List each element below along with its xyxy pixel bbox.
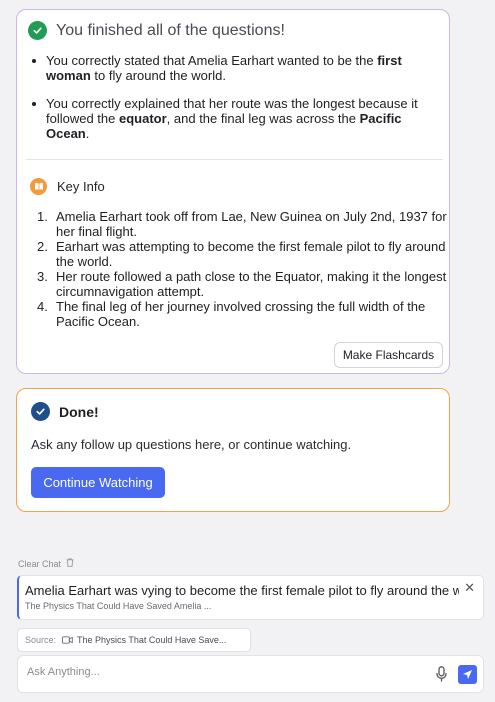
check-badge-icon (31, 402, 50, 421)
make-flashcards-button[interactable]: Make Flashcards (334, 342, 443, 368)
summary-header: You finished all of the questions! (28, 21, 285, 40)
ask-bar (17, 655, 484, 693)
trash-icon (66, 558, 74, 569)
feedback-item: You correctly stated that Amelia Earhart… (29, 53, 441, 83)
feedback-list: You correctly stated that Amelia Earhart… (29, 53, 441, 154)
key-info-item: 3. Her route followed a path close to the… (37, 269, 447, 299)
done-message: Ask any follow up questions here, or con… (31, 437, 352, 452)
key-info-label: Key Info (57, 179, 105, 194)
feedback-text: You correctly explained that her route w… (46, 96, 418, 141)
book-icon (30, 178, 47, 195)
source-pill[interactable]: Source: The Physics That Could Have Save… (17, 628, 251, 652)
clear-chat-label: Clear Chat (18, 558, 62, 569)
check-circle-icon (28, 21, 47, 40)
query-source: The Physics That Could Have Saved Amelia… (25, 601, 212, 611)
query-card: Amelia Earhart was vying to become the f… (17, 575, 484, 620)
bullet-dot (32, 59, 36, 63)
clear-chat-button[interactable]: Clear Chat (18, 558, 74, 569)
ask-input[interactable] (27, 666, 407, 678)
done-header: Done! (31, 402, 99, 421)
divider (26, 159, 443, 160)
summary-title: You finished all of the questions! (56, 21, 285, 39)
video-icon (62, 636, 73, 644)
mic-icon[interactable] (436, 666, 447, 687)
key-info-item: 2. Earhart was attempting to become the f… (37, 239, 446, 269)
key-info-list: 1. Amelia Earhart took off from Lae, New … (37, 209, 447, 329)
key-info-header: Key Info (30, 178, 105, 195)
key-info-item: 1. Amelia Earhart took off from Lae, New … (37, 209, 447, 239)
summary-card: You finished all of the questions! You c… (16, 9, 450, 374)
send-icon[interactable] (458, 665, 477, 684)
feedback-text: You correctly stated that Amelia Earhart… (46, 53, 402, 83)
source-title: The Physics That Could Have Save... (77, 635, 227, 645)
done-title: Done! (59, 403, 99, 420)
feedback-item: You correctly explained that her route w… (29, 96, 441, 141)
query-text: Amelia Earhart was vying to become the f… (25, 583, 459, 598)
continue-watching-button[interactable]: Continue Watching (31, 467, 165, 498)
bullet-dot (32, 102, 36, 106)
source-label: Source: (25, 635, 57, 645)
key-info-item: 4. The final leg of her journey involved … (37, 299, 426, 329)
close-icon[interactable]: ✕ (464, 580, 475, 596)
done-card: Done! Ask any follow up questions here, … (16, 388, 450, 512)
